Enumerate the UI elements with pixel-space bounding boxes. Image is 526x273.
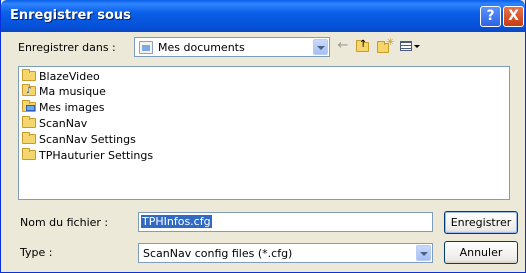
location-label: Enregistrer dans : [18, 41, 116, 54]
save-as-dialog: Enregistrer sous ? X Enregistrer dans : … [0, 0, 526, 273]
up-folder-icon[interactable]: ↑ [355, 38, 371, 54]
filetype-dropdown[interactable]: ScanNav config files (*.cfg) [138, 243, 433, 263]
close-icon: X [508, 8, 519, 24]
views-menu-icon[interactable] [399, 38, 423, 54]
chevron-down-icon[interactable] [313, 39, 328, 55]
folder-icon [22, 116, 36, 128]
title-bar: Enregistrer sous ? X [1, 0, 525, 32]
help-icon: ? [486, 8, 495, 24]
list-item[interactable]: BlazeVideo [22, 69, 100, 85]
my-documents-icon [139, 41, 153, 54]
pictures-folder-icon [22, 100, 36, 112]
filetype-value: ScanNav config files (*.cfg) [143, 247, 293, 260]
filetype-label: Type : [20, 246, 53, 259]
list-item[interactable]: TPHauturier Settings [22, 148, 153, 164]
close-button[interactable]: X [503, 6, 524, 27]
list-item[interactable]: ScanNav Settings [22, 132, 136, 148]
cancel-button[interactable]: Annuler [444, 241, 518, 264]
folder-icon [22, 69, 36, 81]
new-folder-icon[interactable]: ✳ [377, 37, 394, 54]
location-value: Mes documents [158, 41, 245, 54]
folder-icon [22, 148, 36, 160]
folder-icon [22, 132, 36, 144]
filename-input[interactable]: TPHInfos.cfg [138, 212, 433, 232]
chevron-down-icon[interactable] [416, 245, 431, 261]
list-item[interactable]: ScanNav [22, 116, 87, 132]
file-list[interactable]: BlazeVideo Ma musique Mes images ScanNav… [18, 66, 510, 200]
location-dropdown[interactable]: Mes documents [134, 37, 330, 57]
help-button[interactable]: ? [480, 6, 501, 27]
back-arrow-icon[interactable]: ← [335, 38, 351, 54]
music-folder-icon [22, 83, 36, 99]
window-title: Enregistrer sous [10, 8, 131, 23]
filename-value: TPHInfos.cfg [141, 215, 212, 228]
list-item[interactable]: Ma musique [22, 83, 106, 100]
list-item[interactable]: Mes images [22, 100, 104, 116]
save-button[interactable]: Enregistrer [444, 211, 518, 234]
filename-label: Nom du fichier : [20, 216, 109, 229]
